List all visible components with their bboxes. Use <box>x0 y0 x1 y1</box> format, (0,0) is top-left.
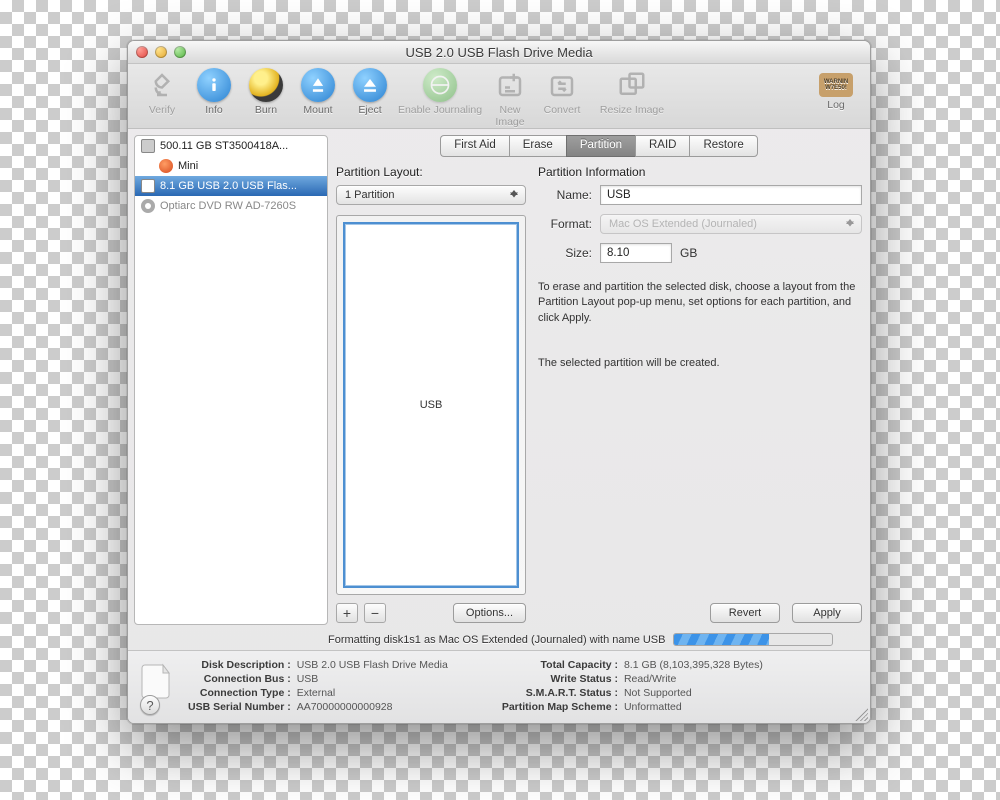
convert-icon <box>545 68 579 102</box>
partition-info-heading: Partition Information <box>538 165 862 179</box>
tab-erase[interactable]: Erase <box>509 135 566 157</box>
partition-name-input[interactable] <box>600 185 862 205</box>
sidebar-disk-usb[interactable]: 8.1 GB USB 2.0 USB Flas... <box>135 176 327 196</box>
sidebar-disk-dvd[interactable]: Optiarc DVD RW AD-7260S <box>135 196 327 216</box>
partition-layout-select[interactable]: 1 Partition <box>336 185 526 205</box>
partition-layout-heading: Partition Layout: <box>336 165 526 179</box>
burn-toolbar-button[interactable]: Burn <box>240 68 292 116</box>
partition-options-button[interactable]: Options... <box>453 603 526 623</box>
format-select[interactable]: Mac OS Extended (Journaled) <box>600 214 862 234</box>
tab-raid[interactable]: RAID <box>635 135 689 157</box>
disk-glyph-icon <box>140 659 174 701</box>
remove-partition-button[interactable]: − <box>364 603 386 623</box>
partition-block[interactable]: USB <box>343 222 519 588</box>
partition-visualizer[interactable]: USB <box>336 215 526 595</box>
tab-bar: First Aid Erase Partition RAID Restore <box>334 135 864 157</box>
resize-image-toolbar-button[interactable]: Resize Image <box>588 68 676 116</box>
eject-toolbar-button[interactable]: Eject <box>344 68 396 116</box>
disk-info-left: Disk Description : USB 2.0 USB Flash Dri… <box>188 659 448 713</box>
window-controls <box>136 46 186 58</box>
hard-drive-icon <box>141 139 155 153</box>
toolbar: Verify Info Burn Mount Eject <box>128 64 870 129</box>
verify-toolbar-button[interactable]: Verify <box>136 68 188 116</box>
disk-info-right: Total Capacity : 8.1 GB (8,103,395,328 B… <box>502 659 763 713</box>
titlebar: USB 2.0 USB Flash Drive Media <box>128 41 870 64</box>
log-icon: WARNINW7E50! <box>819 73 853 97</box>
partition-info-section: Partition Information Name: Format: Mac … <box>538 165 862 623</box>
footer: Disk Description : USB 2.0 USB Flash Dri… <box>128 650 870 723</box>
window-title: USB 2.0 USB Flash Drive Media <box>128 45 870 60</box>
revert-button[interactable]: Revert <box>710 603 780 623</box>
resize-icon <box>615 68 649 102</box>
mount-icon <box>301 68 335 102</box>
eject-icon <box>353 68 387 102</box>
minimize-window-button[interactable] <box>155 46 167 58</box>
external-drive-icon <box>141 179 155 193</box>
microscope-icon <box>145 68 179 102</box>
progress-row: Formatting disk1s1 as Mac OS Extended (J… <box>128 631 870 650</box>
size-unit: GB <box>680 246 697 260</box>
apply-button[interactable]: Apply <box>792 603 862 623</box>
volume-icon <box>159 159 173 173</box>
disk-sidebar: 500.11 GB ST3500418A... Mini 8.1 GB USB … <box>134 135 328 625</box>
tab-partition[interactable]: Partition <box>566 135 635 157</box>
resize-grip[interactable] <box>854 707 868 721</box>
partition-help-text-2: The selected partition will be created. <box>538 356 862 371</box>
format-label: Format: <box>538 217 592 231</box>
add-partition-button[interactable]: + <box>336 603 358 623</box>
tab-restore[interactable]: Restore <box>689 135 757 157</box>
convert-toolbar-button[interactable]: Convert <box>536 68 588 116</box>
main-panel: First Aid Erase Partition RAID Restore P… <box>334 135 864 625</box>
tab-first-aid[interactable]: First Aid <box>440 135 509 157</box>
enable-journaling-toolbar-button[interactable]: Enable Journaling <box>396 68 484 116</box>
zoom-window-button[interactable] <box>174 46 186 58</box>
close-window-button[interactable] <box>136 46 148 58</box>
partition-size-input[interactable] <box>600 243 672 263</box>
journaling-icon <box>423 68 457 102</box>
disk-utility-window: USB 2.0 USB Flash Drive Media Verify Inf… <box>127 40 871 724</box>
mount-toolbar-button[interactable]: Mount <box>292 68 344 116</box>
new-image-toolbar-button[interactable]: New Image <box>484 68 536 128</box>
size-label: Size: <box>538 246 592 260</box>
progress-status-text: Formatting disk1s1 as Mac OS Extended (J… <box>328 634 665 646</box>
log-toolbar-button[interactable]: WARNINW7E50! Log <box>810 68 862 111</box>
partition-layout-section: Partition Layout: 1 Partition USB + − Op… <box>336 165 526 623</box>
partition-help-text-1: To erase and partition the selected disk… <box>538 280 862 326</box>
progress-fill <box>674 634 769 645</box>
info-icon <box>197 68 231 102</box>
new-image-icon <box>493 68 527 102</box>
optical-drive-icon <box>141 199 155 213</box>
info-toolbar-button[interactable]: Info <box>188 68 240 116</box>
progress-bar <box>673 633 833 646</box>
sidebar-volume-mini[interactable]: Mini <box>135 156 327 176</box>
sidebar-disk-0[interactable]: 500.11 GB ST3500418A... <box>135 136 327 156</box>
name-label: Name: <box>538 188 592 202</box>
help-button[interactable]: ? <box>140 695 160 715</box>
burn-icon <box>249 68 283 102</box>
